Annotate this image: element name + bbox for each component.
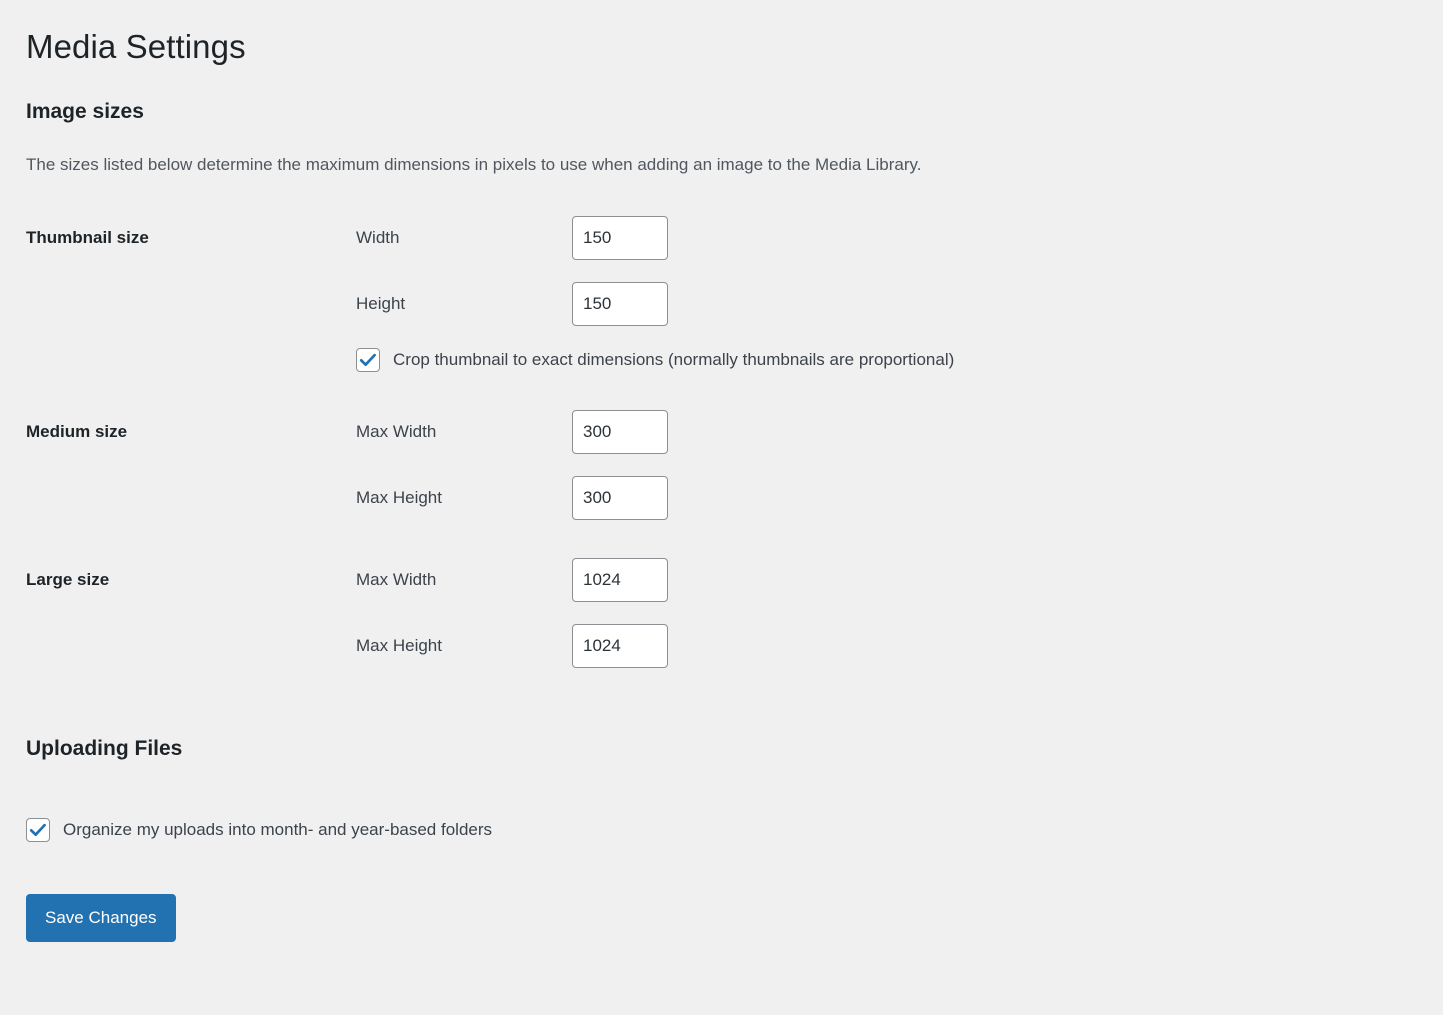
large-max-width-input[interactable] xyxy=(572,557,668,602)
medium-max-height-label: Max Height xyxy=(356,487,442,507)
large-max-height-label: Max Height xyxy=(356,635,442,655)
large-max-height-row: Max Height xyxy=(26,623,1443,668)
checkmark-icon xyxy=(29,823,46,837)
image-sizes-description: The sizes listed below determine the max… xyxy=(26,155,922,175)
large-max-width-label: Max Width xyxy=(356,569,437,589)
thumbnail-width-input[interactable] xyxy=(572,215,668,260)
large-size-group: Large size Max Width Max Height xyxy=(26,557,1443,668)
organize-uploads-row: Organize my uploads into month- and year… xyxy=(26,763,1443,843)
medium-size-group: Medium size Max Width Max Height xyxy=(26,409,1443,520)
thumbnail-width-row: Thumbnail size Width xyxy=(26,215,1443,260)
uploading-files-heading: Uploading Files xyxy=(26,736,183,760)
save-changes-button[interactable]: Save Changes xyxy=(26,894,176,943)
large-size-label: Large size xyxy=(26,569,110,589)
crop-thumbnail-row: Crop thumbnail to exact dimensions (norm… xyxy=(26,347,1443,372)
thumbnail-size-group: Thumbnail size Width Height Crop thumbna… xyxy=(26,215,1443,372)
image-sizes-fields: Thumbnail size Width Height Crop thumbna… xyxy=(26,178,1443,668)
thumbnail-height-input[interactable] xyxy=(572,281,668,326)
form-actions: Save Changes xyxy=(26,842,1443,943)
medium-max-width-row: Medium size Max Width xyxy=(26,409,1443,454)
thumbnail-size-label: Thumbnail size xyxy=(26,227,149,247)
medium-size-label: Medium size xyxy=(26,421,128,441)
thumbnail-width-label: Width xyxy=(356,227,400,247)
thumbnail-height-row: Height xyxy=(26,281,1443,326)
medium-max-width-label: Max Width xyxy=(356,421,437,441)
medium-max-height-row: Max Height xyxy=(26,475,1443,520)
page-title: Media Settings xyxy=(26,28,246,65)
large-max-width-row: Large size Max Width xyxy=(26,557,1443,602)
crop-thumbnail-checkbox[interactable] xyxy=(356,347,380,372)
image-sizes-heading: Image sizes xyxy=(26,99,144,123)
crop-thumbnail-label[interactable]: Crop thumbnail to exact dimensions (norm… xyxy=(393,349,954,371)
organize-uploads-label[interactable]: Organize my uploads into month- and year… xyxy=(63,819,492,841)
medium-max-height-input[interactable] xyxy=(572,475,668,520)
large-max-height-input[interactable] xyxy=(572,623,668,668)
medium-max-width-input[interactable] xyxy=(572,409,668,454)
media-settings-page: Media Settings Image sizes The sizes lis… xyxy=(0,0,1443,1015)
checkmark-icon xyxy=(359,353,376,366)
organize-uploads-checkbox[interactable] xyxy=(26,818,50,843)
thumbnail-height-label: Height xyxy=(356,293,406,313)
